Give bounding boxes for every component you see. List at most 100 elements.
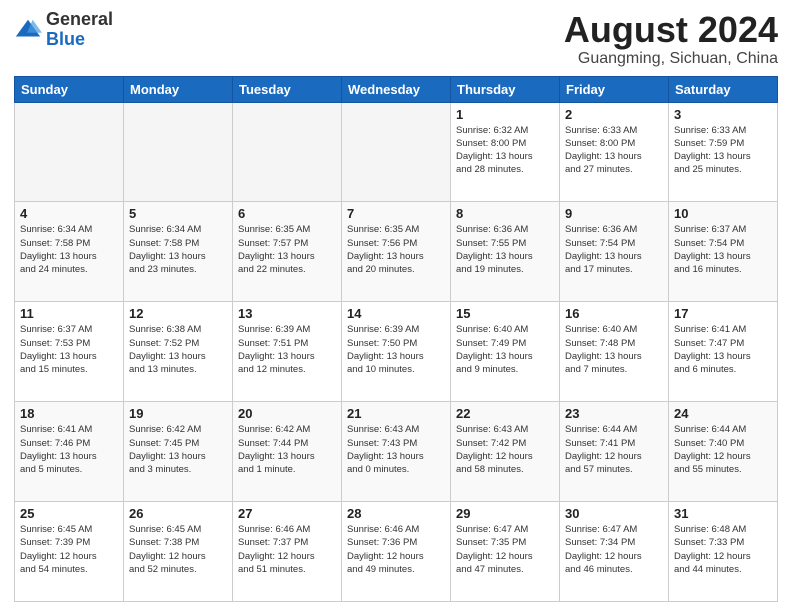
calendar-cell: 14 Sunrise: 6:39 AM Sunset: 7:50 PM Dayli… [342,302,451,402]
day-info: Sunrise: 6:43 AM Sunset: 7:43 PM Dayligh… [347,423,445,476]
calendar-cell: 17Sunrise: 6:41 AM Sunset: 7:47 PM Dayli… [669,302,778,402]
calendar-cell: 8 Sunrise: 6:36 AM Sunset: 7:55 PM Daylig… [451,202,560,302]
day-number: 24 [674,406,772,421]
day-info: Sunrise: 6:40 AM Sunset: 7:49 PM Dayligh… [456,323,554,376]
day-info: Sunrise: 6:39 AM Sunset: 7:50 PM Dayligh… [347,323,445,376]
calendar-cell: 24 Sunrise: 6:44 AM Sunset: 7:40 PM Dayli… [669,402,778,502]
day-number: 17 [674,306,772,321]
day-number: 12 [129,306,227,321]
weekday-header: Friday [560,76,669,102]
day-number: 8 [456,206,554,221]
day-number: 13 [238,306,336,321]
calendar-cell: 19 Sunrise: 6:42 AM Sunset: 7:45 PM Dayli… [124,402,233,502]
calendar-table: SundayMondayTuesdayWednesdayThursdayFrid… [14,76,778,602]
day-number: 9 [565,206,663,221]
calendar-cell [15,102,124,202]
calendar-cell: 26Sunrise: 6:45 AM Sunset: 7:38 PM Dayli… [124,502,233,602]
day-number: 21 [347,406,445,421]
day-number: 23 [565,406,663,421]
day-info: Sunrise: 6:36 AM Sunset: 7:55 PM Dayligh… [456,223,554,276]
day-info: Sunrise: 6:41 AM Sunset: 7:46 PM Dayligh… [20,423,118,476]
calendar-cell: 5Sunrise: 6:34 AM Sunset: 7:58 PM Daylig… [124,202,233,302]
day-number: 29 [456,506,554,521]
calendar-cell [233,102,342,202]
calendar-cell: 7 Sunrise: 6:35 AM Sunset: 7:56 PM Daylig… [342,202,451,302]
day-info: Sunrise: 6:48 AM Sunset: 7:33 PM Dayligh… [674,523,772,576]
page: General Blue August 2024 Guangming, Sich… [0,0,792,612]
calendar-cell: 9Sunrise: 6:36 AM Sunset: 7:54 PM Daylig… [560,202,669,302]
day-number: 16 [565,306,663,321]
day-info: Sunrise: 6:33 AM Sunset: 8:00 PM Dayligh… [565,124,663,177]
weekday-header: Sunday [15,76,124,102]
calendar-cell: 25Sunrise: 6:45 AM Sunset: 7:39 PM Dayli… [15,502,124,602]
calendar-cell [124,102,233,202]
day-info: Sunrise: 6:47 AM Sunset: 7:35 PM Dayligh… [456,523,554,576]
calendar-week-row: 11 Sunrise: 6:37 AM Sunset: 7:53 PM Dayli… [15,302,778,402]
day-number: 19 [129,406,227,421]
day-number: 10 [674,206,772,221]
day-number: 7 [347,206,445,221]
day-number: 30 [565,506,663,521]
calendar-cell: 3 Sunrise: 6:33 AM Sunset: 7:59 PM Daylig… [669,102,778,202]
weekday-header: Saturday [669,76,778,102]
day-number: 26 [129,506,227,521]
day-info: Sunrise: 6:37 AM Sunset: 7:54 PM Dayligh… [674,223,772,276]
calendar-cell: 10 Sunrise: 6:37 AM Sunset: 7:54 PM Dayli… [669,202,778,302]
day-info: Sunrise: 6:40 AM Sunset: 7:48 PM Dayligh… [565,323,663,376]
calendar-cell: 13 Sunrise: 6:39 AM Sunset: 7:51 PM Dayli… [233,302,342,402]
day-number: 27 [238,506,336,521]
day-info: Sunrise: 6:35 AM Sunset: 7:57 PM Dayligh… [238,223,336,276]
calendar-cell: 27 Sunrise: 6:46 AM Sunset: 7:37 PM Dayli… [233,502,342,602]
day-info: Sunrise: 6:46 AM Sunset: 7:37 PM Dayligh… [238,523,336,576]
day-number: 22 [456,406,554,421]
calendar-cell: 28Sunrise: 6:46 AM Sunset: 7:36 PM Dayli… [342,502,451,602]
day-info: Sunrise: 6:35 AM Sunset: 7:56 PM Dayligh… [347,223,445,276]
day-info: Sunrise: 6:39 AM Sunset: 7:51 PM Dayligh… [238,323,336,376]
day-info: Sunrise: 6:33 AM Sunset: 7:59 PM Dayligh… [674,124,772,177]
calendar-cell: 2Sunrise: 6:33 AM Sunset: 8:00 PM Daylig… [560,102,669,202]
day-info: Sunrise: 6:43 AM Sunset: 7:42 PM Dayligh… [456,423,554,476]
day-number: 28 [347,506,445,521]
calendar-cell: 15 Sunrise: 6:40 AM Sunset: 7:49 PM Dayli… [451,302,560,402]
title-block: August 2024 Guangming, Sichuan, China [564,10,778,68]
calendar-cell: 22 Sunrise: 6:43 AM Sunset: 7:42 PM Dayli… [451,402,560,502]
day-info: Sunrise: 6:44 AM Sunset: 7:41 PM Dayligh… [565,423,663,476]
month-title: August 2024 [564,10,778,50]
weekday-header: Tuesday [233,76,342,102]
day-number: 5 [129,206,227,221]
day-number: 3 [674,107,772,122]
day-info: Sunrise: 6:34 AM Sunset: 7:58 PM Dayligh… [20,223,118,276]
day-number: 15 [456,306,554,321]
day-info: Sunrise: 6:42 AM Sunset: 7:44 PM Dayligh… [238,423,336,476]
day-info: Sunrise: 6:32 AM Sunset: 8:00 PM Dayligh… [456,124,554,177]
calendar-cell: 30 Sunrise: 6:47 AM Sunset: 7:34 PM Dayli… [560,502,669,602]
calendar-cell: 29 Sunrise: 6:47 AM Sunset: 7:35 PM Dayli… [451,502,560,602]
logo-general: General [46,9,113,29]
weekday-header: Wednesday [342,76,451,102]
day-number: 11 [20,306,118,321]
calendar-cell: 31Sunrise: 6:48 AM Sunset: 7:33 PM Dayli… [669,502,778,602]
day-info: Sunrise: 6:37 AM Sunset: 7:53 PM Dayligh… [20,323,118,376]
calendar-week-row: 18Sunrise: 6:41 AM Sunset: 7:46 PM Dayli… [15,402,778,502]
calendar-cell: 4 Sunrise: 6:34 AM Sunset: 7:58 PM Daylig… [15,202,124,302]
weekday-header: Thursday [451,76,560,102]
day-info: Sunrise: 6:47 AM Sunset: 7:34 PM Dayligh… [565,523,663,576]
logo-icon [14,16,42,44]
day-info: Sunrise: 6:42 AM Sunset: 7:45 PM Dayligh… [129,423,227,476]
weekday-header: Monday [124,76,233,102]
logo-text: General Blue [46,10,113,50]
day-number: 14 [347,306,445,321]
day-info: Sunrise: 6:44 AM Sunset: 7:40 PM Dayligh… [674,423,772,476]
calendar-cell: 20Sunrise: 6:42 AM Sunset: 7:44 PM Dayli… [233,402,342,502]
header: General Blue August 2024 Guangming, Sich… [14,10,778,68]
calendar-cell: 18Sunrise: 6:41 AM Sunset: 7:46 PM Dayli… [15,402,124,502]
calendar-cell: 21 Sunrise: 6:43 AM Sunset: 7:43 PM Dayli… [342,402,451,502]
logo: General Blue [14,10,113,50]
day-number: 25 [20,506,118,521]
calendar-cell: 6 Sunrise: 6:35 AM Sunset: 7:57 PM Daylig… [233,202,342,302]
day-number: 6 [238,206,336,221]
calendar-header-row: SundayMondayTuesdayWednesdayThursdayFrid… [15,76,778,102]
day-number: 4 [20,206,118,221]
location-subtitle: Guangming, Sichuan, China [564,50,778,68]
day-info: Sunrise: 6:38 AM Sunset: 7:52 PM Dayligh… [129,323,227,376]
